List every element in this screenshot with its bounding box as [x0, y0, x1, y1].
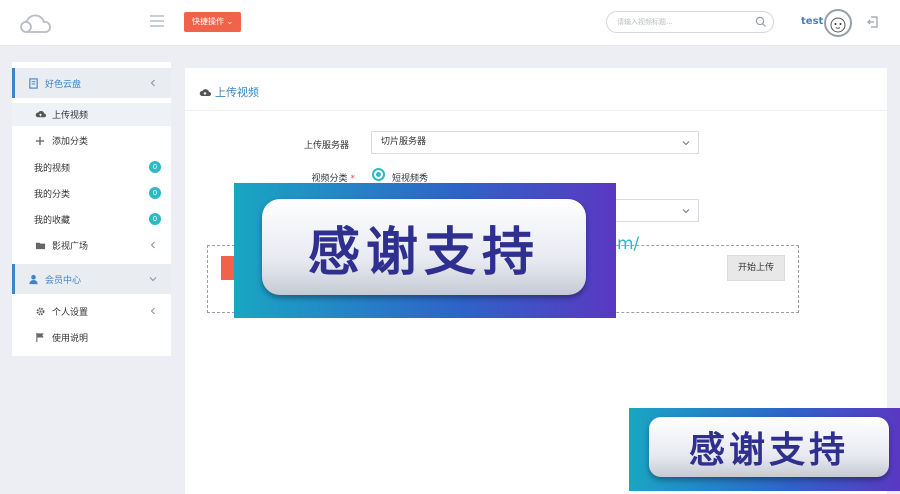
sidebar-group-member[interactable]: 会员中心: [12, 264, 171, 294]
sidebar-item-label: 影视广场: [52, 241, 89, 252]
cloud-upload-icon: [34, 109, 46, 121]
flag-icon: [34, 331, 46, 343]
count-badge: 0: [149, 213, 161, 225]
page-title: 上传视频: [199, 84, 259, 100]
chevron-left-icon: [150, 241, 155, 249]
sidebar-item-my-categories[interactable]: 我的分类 0: [12, 182, 171, 204]
avatar[interactable]: [824, 9, 852, 37]
thanks-banner-large: 感谢支持: [234, 183, 616, 318]
thanks-banner-card: 感谢支持: [262, 199, 586, 295]
main-header: 上传视频: [185, 68, 887, 111]
search-icon[interactable]: [755, 16, 767, 28]
sidebar-item-my-favorites[interactable]: 我的收藏 0: [12, 208, 171, 230]
menu-toggle-icon[interactable]: [150, 15, 164, 27]
document-icon: [27, 77, 39, 89]
sidebar-item-label: 我的收藏: [34, 215, 71, 226]
select-file-button[interactable]: [221, 256, 235, 280]
search-placeholder: 请输入视频标题...: [617, 18, 673, 26]
thanks-banner-text: 感谢支持: [307, 222, 540, 283]
thanks-banner-text: 感谢支持: [688, 430, 849, 471]
chevron-left-icon: [150, 79, 155, 87]
sidebar-item-label: 使用说明: [52, 333, 89, 344]
sidebar-item-personal-settings[interactable]: 个人设置: [12, 300, 171, 322]
chevron-down-icon: [149, 277, 157, 282]
upload-server-select[interactable]: 切片服务器: [371, 131, 699, 154]
upload-server-label: 上传服务器: [303, 141, 349, 151]
sidebar-group-label: 会员中心: [45, 275, 82, 286]
category-radio[interactable]: [372, 168, 385, 181]
chevron-down-icon: [682, 209, 690, 214]
search-input[interactable]: 请输入视频标题...: [606, 11, 774, 33]
cloud-logo-icon[interactable]: [18, 10, 54, 36]
cloud-upload-icon: [199, 89, 211, 96]
sidebar-item-label: 添加分类: [52, 137, 89, 147]
sidebar-item-label: 上传视频: [52, 111, 89, 121]
quick-action-button[interactable]: 快捷操作 ⌄: [184, 12, 242, 32]
sidebar: 好色云盘 上传视频 添加分类 我的视频 0 我的分类 0 我的收藏 0 影视广场: [12, 62, 171, 356]
page-title-text: 上传视频: [215, 86, 259, 99]
chevron-left-icon: [150, 307, 155, 315]
count-badge: 0: [149, 161, 161, 173]
sidebar-group-cloud[interactable]: 好色云盘: [12, 68, 171, 98]
gear-icon: [34, 305, 46, 317]
sidebar-item-my-videos[interactable]: 我的视频 0: [12, 156, 171, 178]
sidebar-item-instructions[interactable]: 使用说明: [12, 326, 171, 348]
avatar-face-icon: [830, 17, 846, 33]
start-upload-button[interactable]: 开始上传: [727, 255, 785, 281]
folder-open-icon: [34, 239, 46, 251]
sidebar-item-label: 我的视频: [34, 163, 71, 174]
sidebar-item-label: 个人设置: [52, 307, 89, 318]
user-icon: [27, 273, 39, 285]
plus-icon: [34, 135, 46, 147]
sidebar-group-label: 好色云盘: [45, 79, 82, 90]
upload-server-value: 切片服务器: [381, 137, 427, 147]
sidebar-item-movie-plaza[interactable]: 影视广场: [12, 234, 171, 256]
sidebar-item-add-category[interactable]: 添加分类: [12, 129, 171, 152]
url-fragment: m/: [617, 234, 640, 254]
logout-icon[interactable]: [866, 15, 880, 29]
count-badge: 0: [149, 187, 161, 199]
thanks-banner-card: 感谢支持: [649, 417, 889, 477]
top-bar: 快捷操作 ⌄ 请输入视频标题... test: [0, 0, 900, 46]
sidebar-item-label: 我的分类: [34, 189, 71, 200]
username[interactable]: test: [801, 16, 823, 27]
thanks-banner-small: 感谢支持: [629, 408, 900, 491]
chevron-down-icon: [682, 141, 690, 146]
sidebar-item-upload-video[interactable]: 上传视频: [12, 103, 171, 126]
